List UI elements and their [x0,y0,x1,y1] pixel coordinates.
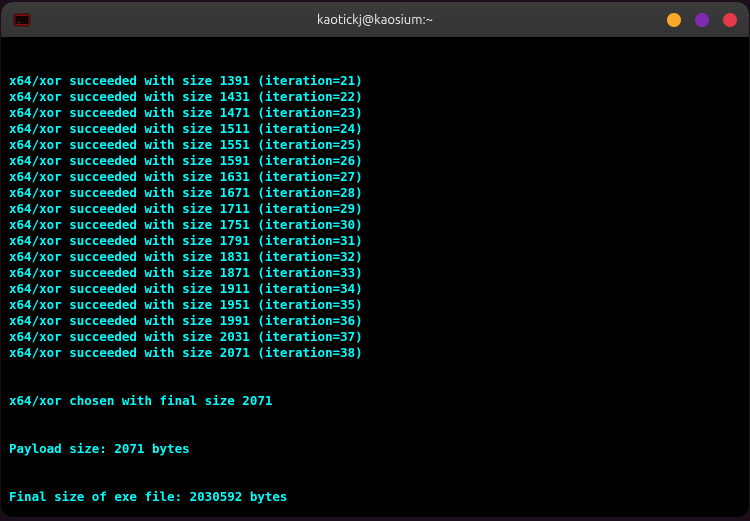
iteration-line: x64/xor succeeded with size 1871 (iterat… [9,265,741,281]
iteration-line: x64/xor succeeded with size 1791 (iterat… [9,233,741,249]
svg-text:_: _ [16,17,21,24]
iteration-line: x64/xor succeeded with size 1511 (iterat… [9,121,741,137]
iteration-line: x64/xor succeeded with size 1911 (iterat… [9,281,741,297]
titlebar: _ kaotickj@kaosium:~ [1,2,749,37]
iteration-line: x64/xor succeeded with size 1991 (iterat… [9,313,741,329]
window-title: kaotickj@kaosium:~ [317,13,433,27]
iteration-line: x64/xor succeeded with size 1671 (iterat… [9,185,741,201]
iteration-line: x64/xor succeeded with size 1551 (iterat… [9,137,741,153]
window-controls [667,13,737,27]
iteration-line: x64/xor succeeded with size 1831 (iterat… [9,249,741,265]
maximize-button[interactable] [695,13,709,27]
payload-size-line: Payload size: 2071 bytes [9,441,741,457]
minimize-button[interactable] [667,13,681,27]
close-button[interactable] [723,13,737,27]
iteration-line: x64/xor succeeded with size 1631 (iterat… [9,169,741,185]
iteration-line: x64/xor succeeded with size 1751 (iterat… [9,217,741,233]
iteration-line: x64/xor succeeded with size 1951 (iterat… [9,297,741,313]
final-size-line: Final size of exe file: 2030592 bytes [9,489,741,505]
chosen-line: x64/xor chosen with final size 2071 [9,393,741,409]
iteration-line: x64/xor succeeded with size 2031 (iterat… [9,329,741,345]
terminal-body[interactable]: x64/xor succeeded with size 1391 (iterat… [1,37,749,517]
iteration-line: x64/xor succeeded with size 1471 (iterat… [9,105,741,121]
iteration-line: x64/xor succeeded with size 2071 (iterat… [9,345,741,361]
iteration-line: x64/xor succeeded with size 1711 (iterat… [9,201,741,217]
iteration-line: x64/xor succeeded with size 1431 (iterat… [9,89,741,105]
app-icon: _ [13,11,31,29]
iteration-line: x64/xor succeeded with size 1591 (iterat… [9,153,741,169]
iteration-line: x64/xor succeeded with size 1391 (iterat… [9,73,741,89]
terminal-window: _ kaotickj@kaosium:~ x64/xor succeeded w… [1,2,749,517]
